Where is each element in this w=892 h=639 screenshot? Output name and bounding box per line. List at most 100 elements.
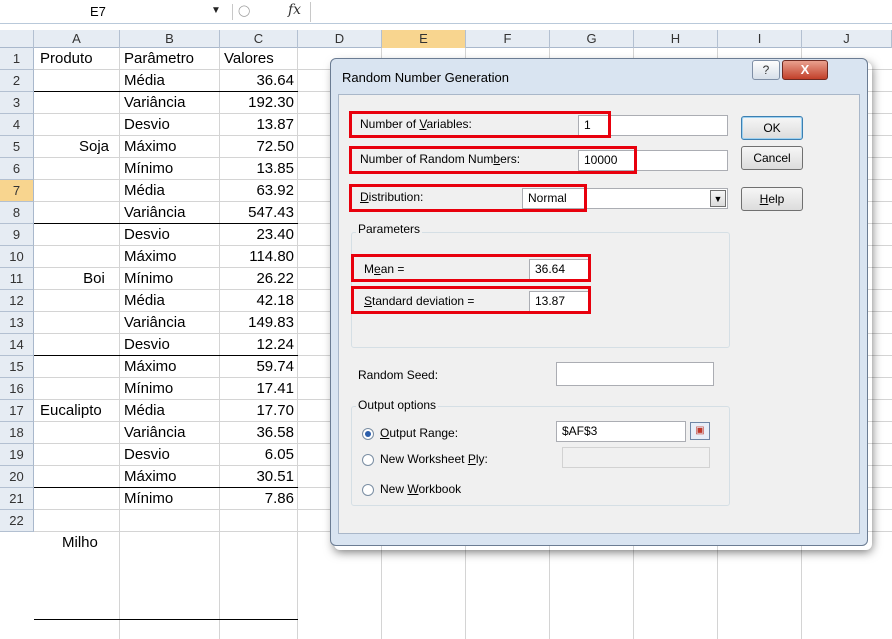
product-cell[interactable]: Soja [72, 136, 116, 158]
row-header[interactable]: 14 [0, 334, 34, 356]
new-workbook-radio[interactable] [362, 484, 374, 496]
new-worksheet-radio[interactable] [362, 454, 374, 466]
row-header[interactable]: 9 [0, 224, 34, 246]
parameter-cell[interactable]: Desvio [124, 444, 170, 466]
product-cell[interactable]: Eucalipto [40, 400, 102, 422]
parameter-cell[interactable]: Desvio [124, 224, 170, 246]
value-cell[interactable]: 26.22 [220, 268, 294, 290]
value-cell[interactable]: 13.87 [220, 114, 294, 136]
select-all-corner[interactable] [0, 30, 34, 48]
parameter-cell[interactable]: Máximo [124, 466, 177, 488]
row-header[interactable]: 5 [0, 136, 34, 158]
row-header[interactable]: 2 [0, 70, 34, 92]
row-header[interactable]: 12 [0, 290, 34, 312]
grid-line [297, 48, 298, 639]
parameter-cell[interactable]: Média [124, 70, 165, 92]
value-cell[interactable]: 30.51 [220, 466, 294, 488]
parameter-cell[interactable]: Desvio [124, 334, 170, 356]
row-header[interactable]: 20 [0, 466, 34, 488]
row-header[interactable]: 22 [0, 510, 34, 532]
column-header-selected[interactable]: E [382, 30, 466, 48]
insert-function-icon[interactable]: fx [288, 2, 301, 18]
value-cell[interactable]: 36.64 [220, 70, 294, 92]
formula-bar-divider [232, 4, 233, 20]
column-header[interactable]: F [466, 30, 550, 48]
parameter-cell[interactable]: Máximo [124, 136, 177, 158]
parameter-cell[interactable]: Desvio [124, 114, 170, 136]
cancel-button[interactable]: Cancel [741, 146, 803, 170]
column-header[interactable]: B [120, 30, 220, 48]
value-cell[interactable]: 12.24 [220, 334, 294, 356]
row-header[interactable]: 17 [0, 400, 34, 422]
output-options-label: Output options [356, 398, 439, 412]
parameter-cell[interactable]: Variância [124, 312, 185, 334]
row-header[interactable]: 19 [0, 444, 34, 466]
value-cell[interactable]: 17.41 [220, 378, 294, 400]
parameter-cell[interactable]: Média [124, 180, 165, 202]
value-cell[interactable]: 36.58 [220, 422, 294, 444]
row-header[interactable]: 10 [0, 246, 34, 268]
ok-button[interactable]: OK [741, 116, 803, 140]
value-cell[interactable]: 59.74 [220, 356, 294, 378]
value-cell[interactable]: 192.30 [220, 92, 294, 114]
header-cell-parametro[interactable]: Parâmetro [124, 48, 194, 70]
help-icon[interactable]: ? [752, 60, 780, 80]
row-header[interactable]: 11 [0, 268, 34, 290]
column-header[interactable]: I [718, 30, 802, 48]
help-button[interactable]: Help [741, 187, 803, 211]
output-range-radio[interactable] [362, 428, 374, 440]
parameter-cell[interactable]: Mínimo [124, 378, 173, 400]
parameter-cell[interactable]: Variância [124, 202, 185, 224]
row-header[interactable]: 15 [0, 356, 34, 378]
value-cell[interactable]: 23.40 [220, 224, 294, 246]
parameter-cell[interactable]: Máximo [124, 356, 177, 378]
range-select-icon[interactable]: ▣ [690, 422, 710, 440]
row-header[interactable]: 8 [0, 202, 34, 224]
value-cell[interactable]: 72.50 [220, 136, 294, 158]
new-worksheet-input[interactable] [562, 447, 710, 468]
value-cell[interactable]: 13.85 [220, 158, 294, 180]
parameter-cell[interactable]: Máximo [124, 246, 177, 268]
header-cell-valores[interactable]: Valores [224, 48, 274, 70]
value-cell[interactable]: 6.05 [220, 444, 294, 466]
product-cell[interactable]: Milho [62, 532, 98, 554]
parameter-cell[interactable]: Variância [124, 92, 185, 114]
parameter-cell[interactable]: Mínimo [124, 488, 173, 510]
row-header[interactable]: 16 [0, 378, 34, 400]
row-header[interactable]: 21 [0, 488, 34, 510]
row-header[interactable]: 4 [0, 114, 34, 136]
parameter-cell[interactable]: Variância [124, 422, 185, 444]
highlight-box [349, 111, 611, 138]
column-header[interactable]: G [550, 30, 634, 48]
chevron-down-icon[interactable]: ▼ [710, 190, 726, 207]
parameter-cell[interactable]: Média [124, 400, 165, 422]
close-icon[interactable]: X [782, 60, 828, 80]
row-header[interactable]: 3 [0, 92, 34, 114]
header-cell-produto[interactable]: Produto [40, 48, 93, 70]
column-header[interactable]: H [634, 30, 718, 48]
column-header[interactable]: D [298, 30, 382, 48]
row-header[interactable]: 6 [0, 158, 34, 180]
parameter-cell[interactable]: Média [124, 290, 165, 312]
parameter-cell[interactable]: Mínimo [124, 158, 173, 180]
name-box-dropdown-icon[interactable]: ▼ [211, 5, 221, 16]
value-cell[interactable]: 547.43 [220, 202, 294, 224]
column-header[interactable]: J [802, 30, 892, 48]
value-cell[interactable]: 17.70 [220, 400, 294, 422]
name-box[interactable]: E7 [0, 2, 200, 22]
column-header[interactable]: C [220, 30, 298, 48]
row-header[interactable]: 18 [0, 422, 34, 444]
value-cell[interactable]: 63.92 [220, 180, 294, 202]
value-cell[interactable]: 149.83 [220, 312, 294, 334]
row-header[interactable]: 13 [0, 312, 34, 334]
value-cell[interactable]: 114.80 [220, 246, 294, 268]
parameter-cell[interactable]: Mínimo [124, 268, 173, 290]
product-cell[interactable]: Boi [72, 268, 116, 290]
random-seed-input[interactable] [556, 362, 714, 386]
row-header[interactable]: 1 [0, 48, 34, 70]
column-header[interactable]: A [34, 30, 120, 48]
row-header-selected[interactable]: 7 [0, 180, 34, 202]
value-cell[interactable]: 7.86 [220, 488, 294, 510]
value-cell[interactable]: 42.18 [220, 290, 294, 312]
output-range-input[interactable]: $AF$3 [556, 421, 686, 442]
